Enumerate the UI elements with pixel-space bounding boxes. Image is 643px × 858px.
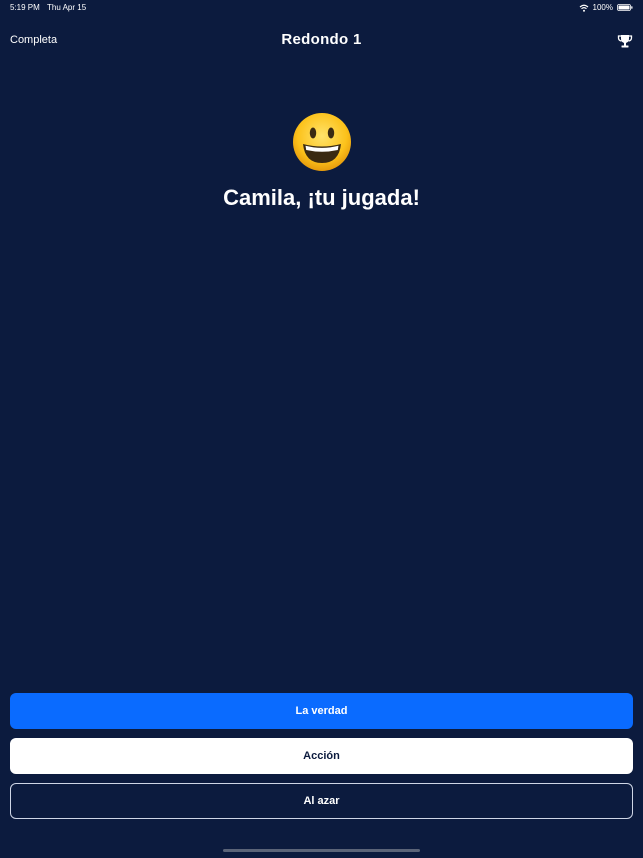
navigation-bar: Completa Redondo 1	[0, 26, 643, 56]
status-bar: 5:19 PM Thu Apr 15 100%	[0, 0, 643, 16]
status-date: Thu Apr 15	[47, 3, 87, 12]
status-indicators: 100%	[579, 3, 633, 12]
wifi-icon	[579, 4, 588, 12]
random-button[interactable]: Al azar	[10, 783, 633, 819]
battery-percent: 100%	[592, 3, 613, 12]
grinning-face-icon	[0, 111, 643, 178]
round-title: Redondo 1	[281, 31, 362, 48]
turn-prompt: Camila, ¡tu jugada!	[223, 185, 420, 210]
battery-icon	[617, 4, 633, 11]
status-time: 5:19 PM	[10, 3, 40, 12]
trophy-icon[interactable]	[617, 33, 633, 49]
truth-button[interactable]: La verdad	[10, 693, 633, 729]
dare-button[interactable]: Acción	[10, 738, 633, 774]
home-indicator	[223, 849, 420, 852]
